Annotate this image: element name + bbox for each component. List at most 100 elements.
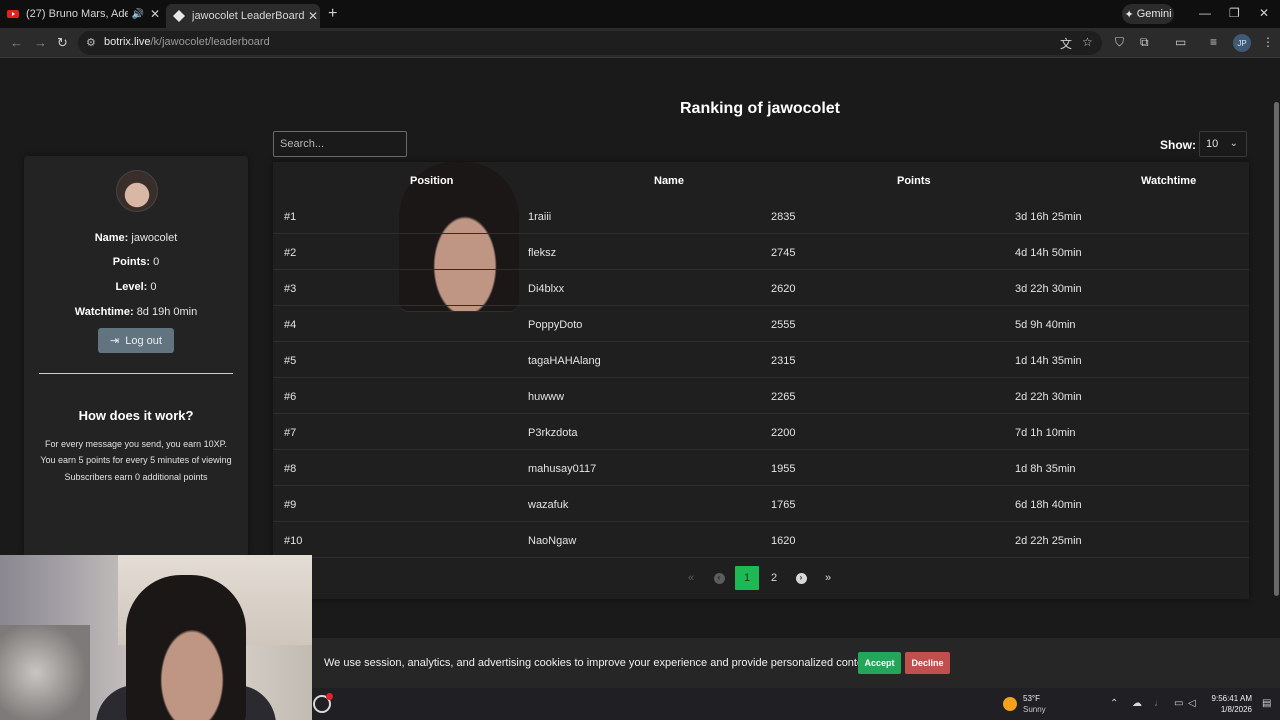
- position-cell: #2: [284, 247, 297, 259]
- new-tab-icon[interactable]: +: [328, 5, 337, 23]
- table-row: #10 NaoNgaw 1620 2d 22h 25min: [273, 522, 1249, 558]
- scrollbar[interactable]: [1272, 58, 1280, 638]
- points-cell: 2835: [771, 211, 796, 223]
- profile-watchtime: Watchtime: 8d 19h 0min: [24, 306, 248, 318]
- reload-icon[interactable]: ↻: [57, 35, 68, 51]
- level-value: 0: [150, 281, 157, 293]
- restore-icon[interactable]: ❐: [1229, 6, 1240, 20]
- sun-icon[interactable]: [1003, 697, 1017, 711]
- watchtime-cell: 5d 9h 40min: [1015, 319, 1076, 331]
- points-label: Points:: [112, 256, 151, 268]
- last-page-icon[interactable]: »: [816, 566, 840, 590]
- decline-button[interactable]: Decline: [905, 652, 950, 674]
- page-title: Ranking of jawocolet: [679, 100, 840, 117]
- back-icon[interactable]: ←: [10, 35, 23, 50]
- close-tab-icon[interactable]: ✕: [306, 9, 320, 23]
- botrix-icon: [173, 10, 185, 22]
- tab-youtube[interactable]: (27) Bruno Mars, Adele, Ed 🔊 ✕: [6, 4, 162, 24]
- site-info-icon[interactable]: ⚙: [86, 37, 98, 49]
- tray-chevron-icon[interactable]: ⌃: [1110, 698, 1118, 709]
- table-row: #4 PoppyDoto 2555 5d 9h 40min: [273, 306, 1249, 342]
- logout-label: Log out: [125, 334, 162, 347]
- rule-text: You earn 5 points for every 5 minutes of…: [40, 455, 232, 465]
- scrollbar-thumb[interactable]: [1274, 102, 1279, 596]
- show-count-value: 10: [1206, 138, 1219, 150]
- prev-page-icon[interactable]: ‹: [707, 566, 731, 590]
- page-2-button[interactable]: 2: [762, 566, 786, 590]
- profile-points: Points: 0: [24, 256, 248, 268]
- speaker-icon[interactable]: 🔊: [132, 9, 144, 20]
- network-icon[interactable]: ▭: [1174, 698, 1183, 709]
- points-cell: 2555: [771, 319, 796, 331]
- show-label: Show:: [1160, 138, 1196, 152]
- logout-button[interactable]: ⇥ Log out: [98, 328, 174, 353]
- clock[interactable]: 9:56:41 AM 1/8/2026: [1210, 693, 1252, 715]
- points-cell: 1955: [771, 463, 796, 475]
- table-row: #1 1raiii 2835 3d 16h 25min: [273, 198, 1249, 234]
- forward-icon[interactable]: →: [34, 35, 47, 50]
- watchtime-cell: 2d 22h 25min: [1015, 535, 1082, 547]
- table-row: #8 mahusay0117 1955 1d 8h 35min: [273, 450, 1249, 486]
- microphone-icon[interactable]: ♩: [1154, 698, 1164, 709]
- onedrive-icon[interactable]: ☁: [1132, 698, 1142, 709]
- table-row: #5 tagaHAHAlang 2315 1d 14h 35min: [273, 342, 1249, 378]
- name-cell: huwww: [528, 391, 565, 403]
- clock-time: 9:56:41 AM: [1211, 694, 1252, 703]
- shield-icon[interactable]: ⛉: [1115, 35, 1124, 50]
- weather-temp: 53°F: [1023, 694, 1040, 703]
- name-cell: tagaHAHAlang: [528, 355, 601, 367]
- search-input[interactable]: [273, 131, 407, 157]
- background-object: [0, 625, 90, 720]
- show-count-select[interactable]: 10 ⌄: [1199, 131, 1247, 157]
- notifications-icon[interactable]: ▤: [1262, 698, 1271, 709]
- youtube-icon: [7, 10, 19, 18]
- name-cell: wazafuk: [528, 499, 569, 511]
- watchtime-cell: 3d 16h 25min: [1015, 211, 1082, 223]
- header-position[interactable]: Position: [410, 175, 453, 187]
- table-row: #6 huwww 2265 2d 22h 30min: [273, 378, 1249, 414]
- volume-icon[interactable]: ◁: [1188, 698, 1196, 709]
- webcam-overlay: [0, 555, 312, 720]
- rule-text: Subscribers earn 0 additional points: [64, 472, 208, 482]
- url-text: botrix.live/k/jawocolet/leaderboard: [104, 36, 270, 48]
- position-cell: #1: [284, 211, 297, 223]
- first-page-icon[interactable]: «: [679, 566, 703, 590]
- header-name[interactable]: Name: [654, 175, 684, 187]
- tab-title: (27) Bruno Mars, Adele, Ed: [26, 8, 128, 20]
- watchtime-cell: 1d 8h 35min: [1015, 463, 1076, 475]
- table-row: #7 P3rkzdota 2200 7d 1h 10min: [273, 414, 1249, 450]
- minimize-icon[interactable]: —: [1199, 6, 1211, 20]
- app-icon[interactable]: [313, 693, 333, 713]
- url-field[interactable]: ⚙ botrix.live/k/jawocolet/leaderboard: [78, 31, 1102, 55]
- cast-icon[interactable]: ▭: [1175, 35, 1186, 49]
- bookmark-star-icon[interactable]: ☆: [1082, 35, 1093, 49]
- table-row: #2 fleksz 2745 4d 14h 50min: [273, 234, 1249, 270]
- watchtime-cell: 7d 1h 10min: [1015, 427, 1076, 439]
- name-cell: mahusay0117: [528, 463, 597, 475]
- header-watchtime[interactable]: Watchtime: [1141, 175, 1196, 187]
- translate-icon[interactable]: 文: [1060, 35, 1072, 52]
- gemini-button[interactable]: ✦ Gemini: [1122, 4, 1174, 24]
- header-points[interactable]: Points: [897, 175, 931, 187]
- watchtime-label: Watchtime:: [74, 306, 134, 318]
- points-cell: 2265: [771, 391, 796, 403]
- profile-avatar[interactable]: JP: [1233, 34, 1251, 52]
- menu-icon[interactable]: ⋮: [1262, 35, 1274, 49]
- close-window-icon[interactable]: ✕: [1259, 6, 1269, 20]
- extensions-icon[interactable]: ⧉: [1140, 35, 1149, 50]
- media-icon[interactable]: ≡: [1210, 35, 1217, 49]
- tab-leaderboard[interactable]: jawocolet LeaderBoard | The be ✕: [166, 4, 320, 28]
- points-cell: 2200: [771, 427, 796, 439]
- notification-dot: [326, 693, 333, 700]
- page-1-button[interactable]: 1: [735, 566, 759, 590]
- browser-tab-bar: (27) Bruno Mars, Adele, Ed 🔊 ✕ jawocolet…: [0, 0, 1280, 28]
- accept-button[interactable]: Accept: [858, 652, 901, 674]
- name-value: jawocolet: [131, 232, 178, 244]
- name-cell: 1raiii: [528, 211, 552, 223]
- how-it-works-title: How does it work?: [78, 408, 194, 423]
- close-tab-icon[interactable]: ✕: [148, 7, 162, 21]
- points-cell: 1765: [771, 499, 796, 511]
- next-page-icon[interactable]: ›: [789, 566, 813, 590]
- url-host: botrix.live: [104, 36, 151, 48]
- address-bar-row: ← → ↻ ⚙ botrix.live/k/jawocolet/leaderbo…: [0, 28, 1280, 58]
